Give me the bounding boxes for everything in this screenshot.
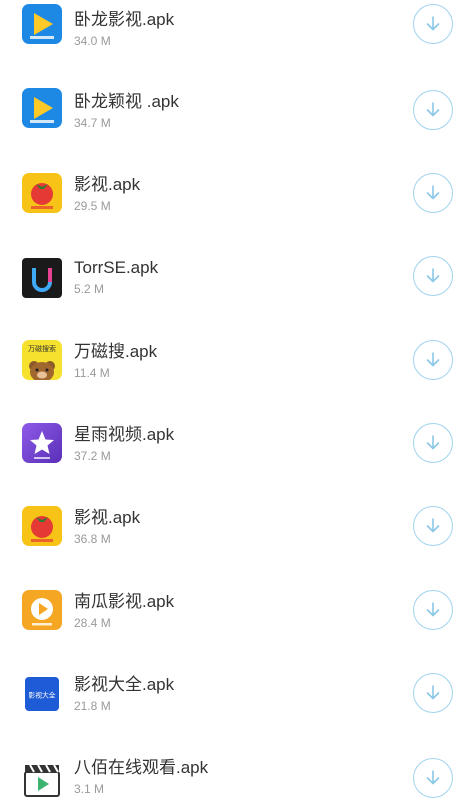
bear-icon: 万磁搜索 xyxy=(22,340,62,380)
video-encyclopedia-icon-text: 影视大全 xyxy=(28,690,55,699)
file-name: 星雨视频.apk xyxy=(74,425,175,444)
list-item[interactable]: 影视.apk 29.5 M xyxy=(0,153,476,236)
download-arrow-icon xyxy=(426,268,440,283)
file-size: 34.7 M xyxy=(74,116,111,130)
list-item[interactable]: 卧龙影视.apk 34.0 M xyxy=(0,0,476,69)
file-size: 21.8 M xyxy=(74,699,111,713)
clapperboard-icon xyxy=(22,759,62,799)
download-arrow-icon xyxy=(426,352,440,367)
list-item[interactable]: TorrSE.apk 5.2 M xyxy=(0,236,476,319)
download-arrow-icon xyxy=(426,102,440,117)
bear-icon-text: 万磁搜索 xyxy=(28,344,56,353)
list-item[interactable]: 影视大全 影视大全.apk 21.8 M xyxy=(0,653,476,736)
download-arrow-icon xyxy=(426,16,440,31)
download-arrow-icon xyxy=(426,602,440,617)
download-button[interactable] xyxy=(413,4,453,44)
list-item[interactable]: 南瓜影视.apk 28.4 M xyxy=(0,570,476,653)
pumpkin-play-icon xyxy=(22,590,62,630)
torrse-u-icon xyxy=(22,258,62,298)
file-name: 影视大全.apk xyxy=(74,675,175,694)
download-button[interactable] xyxy=(413,256,453,296)
file-name: 影视.apk xyxy=(74,175,141,194)
file-name: 南瓜影视.apk xyxy=(74,592,175,611)
tomato-icon xyxy=(22,173,62,213)
apk-file-list: 卧龙影视.apk 34.0 M 卧龙颖视 .apk 34.7 M 影视.apk … xyxy=(0,0,476,800)
file-name: 八佰在线观看.apk xyxy=(74,758,209,777)
file-name: 万磁搜.apk xyxy=(74,342,158,361)
file-name: 影视.apk xyxy=(74,508,141,527)
file-size: 3.1 M xyxy=(74,782,105,796)
download-arrow-icon xyxy=(426,435,440,450)
download-button[interactable] xyxy=(413,173,453,213)
file-name: TorrSE.apk xyxy=(74,258,159,277)
wolong-play-icon xyxy=(22,88,62,128)
download-button[interactable] xyxy=(413,340,453,380)
video-encyclopedia-icon: 影视大全 xyxy=(25,677,59,711)
list-item[interactable]: 影视.apk 36.8 M xyxy=(0,486,476,569)
file-name: 卧龙颖视 .apk xyxy=(74,92,179,111)
purple-star-icon xyxy=(22,423,62,463)
list-item[interactable]: 卧龙颖视 .apk 34.7 M xyxy=(0,70,476,153)
file-size: 37.2 M xyxy=(74,449,111,463)
download-arrow-icon xyxy=(426,685,440,700)
download-button[interactable] xyxy=(413,506,453,546)
file-size: 34.0 M xyxy=(74,34,111,48)
download-button[interactable] xyxy=(413,590,453,630)
list-item[interactable]: 八佰在线观看.apk 3.1 M xyxy=(0,737,476,800)
download-button[interactable] xyxy=(413,758,453,798)
download-arrow-icon xyxy=(426,770,440,785)
file-size: 29.5 M xyxy=(74,199,111,213)
file-name: 卧龙影视.apk xyxy=(74,10,175,29)
tomato-icon xyxy=(22,506,62,546)
download-button[interactable] xyxy=(413,673,453,713)
download-button[interactable] xyxy=(413,423,453,463)
wolong-play-icon xyxy=(22,4,62,44)
download-arrow-icon xyxy=(426,185,440,200)
download-button[interactable] xyxy=(413,90,453,130)
list-item[interactable]: 万磁搜索 万磁搜.apk 11.4 M xyxy=(0,320,476,403)
download-arrow-icon xyxy=(426,518,440,533)
list-item[interactable]: 星雨视频.apk 37.2 M xyxy=(0,403,476,486)
file-size: 28.4 M xyxy=(74,616,111,630)
file-size: 11.4 M xyxy=(74,366,110,380)
file-size: 36.8 M xyxy=(74,532,111,546)
file-size: 5.2 M xyxy=(74,282,105,296)
